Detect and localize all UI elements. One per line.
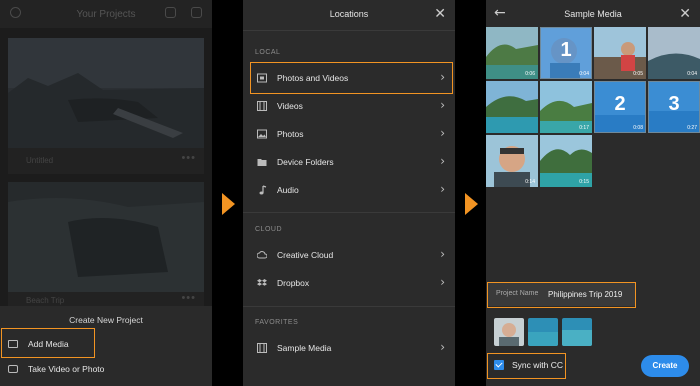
- close-icon[interactable]: ✕: [434, 6, 446, 22]
- location-label: Audio: [277, 185, 299, 195]
- sample-media-title: Sample Media: [564, 9, 622, 19]
- chevron-right-icon: ›: [440, 247, 445, 261]
- project-card[interactable]: Beach Trip •••: [8, 182, 204, 306]
- selected-media-thumb[interactable]: [562, 318, 592, 346]
- media-duration: 0:17: [579, 125, 589, 131]
- media-tile[interactable]: 0:14: [486, 135, 538, 187]
- media-duration: 0:04: [579, 71, 589, 77]
- section-cloud: CLOUD: [255, 226, 283, 233]
- location-label: Dropbox: [277, 278, 310, 288]
- chevron-right-icon: ›: [440, 126, 445, 140]
- location-label: Photos: [277, 129, 304, 139]
- chevron-right-icon: ›: [440, 154, 445, 168]
- media-tile-selected[interactable]: 3 0:27: [648, 81, 700, 133]
- selection-number: 1: [560, 39, 572, 61]
- location-label: Sample Media: [277, 343, 332, 353]
- locations-header: Locations ✕: [243, 0, 455, 30]
- locations-panel: Locations ✕ LOCAL Photos and Videos › Vi…: [243, 0, 455, 386]
- media-tile[interactable]: [486, 81, 538, 133]
- camera-icon: [8, 365, 18, 373]
- section-favorites: FAVORITES: [255, 319, 299, 326]
- media-tile[interactable]: 0:04: [648, 27, 700, 79]
- location-dropbox[interactable]: Dropbox ›: [251, 269, 451, 297]
- project-card-label: Untitled: [26, 156, 54, 165]
- selected-media-thumb[interactable]: [528, 318, 558, 346]
- take-video-photo-button[interactable]: Take Video or Photo: [8, 364, 104, 374]
- photos-videos-highlight: [250, 62, 453, 94]
- location-device-folders[interactable]: Device Folders ›: [251, 148, 451, 176]
- step-arrow-icon: [222, 193, 235, 215]
- location-creative-cloud[interactable]: Creative Cloud ›: [251, 241, 451, 269]
- divider: [243, 30, 455, 31]
- locations-title: Locations: [329, 9, 369, 19]
- chevron-right-icon: ›: [440, 182, 445, 196]
- project-name-highlight: [487, 282, 636, 308]
- create-button[interactable]: Create: [641, 355, 689, 377]
- film-icon: [257, 101, 267, 111]
- share-icon[interactable]: [165, 7, 176, 18]
- media-tile[interactable]: 0:15: [540, 135, 592, 187]
- chevron-right-icon: ›: [440, 275, 445, 289]
- media-duration: 0:05: [633, 71, 643, 77]
- projects-panel: Your Projects Untitled ••• Beach Trip ••: [0, 0, 212, 386]
- step-arrow-icon: [465, 193, 478, 215]
- chevron-right-icon: ›: [440, 98, 445, 112]
- location-label: Device Folders: [277, 157, 334, 167]
- sample-media-panel: ← Sample Media ✕ 0:06 1 0:04 0:05 0:04 0…: [486, 0, 700, 386]
- media-duration: 0:06: [525, 71, 535, 77]
- project-thumbnail: [8, 182, 204, 292]
- dropbox-icon: [257, 279, 267, 286]
- media-tile[interactable]: 0:06: [486, 27, 538, 79]
- media-duration: 0:27: [687, 125, 697, 131]
- image-icon: [257, 129, 267, 139]
- close-icon[interactable]: ✕: [679, 6, 691, 22]
- section-local: LOCAL: [255, 49, 281, 56]
- location-sample-media[interactable]: Sample Media ›: [251, 334, 451, 362]
- media-tile[interactable]: 0:05: [594, 27, 646, 79]
- media-tile[interactable]: 0:17: [540, 81, 592, 133]
- projects-title: Your Projects: [76, 9, 136, 20]
- media-tile-selected[interactable]: 2 0:08: [594, 81, 646, 133]
- project-card-label: Beach Trip: [26, 296, 65, 305]
- project-thumbnail: [8, 38, 204, 148]
- chevron-right-icon: ›: [440, 340, 445, 354]
- divider: [243, 212, 455, 213]
- projects-topbar: Your Projects: [0, 0, 212, 28]
- more-icon[interactable]: •••: [181, 152, 196, 164]
- location-label: Videos: [277, 101, 303, 111]
- chat-icon[interactable]: [191, 7, 202, 18]
- media-tile-selected[interactable]: 1 0:04: [540, 27, 592, 79]
- folder-icon: [257, 159, 267, 166]
- selection-number: 2: [614, 93, 626, 115]
- location-photos[interactable]: Photos ›: [251, 120, 451, 148]
- selected-media-thumb[interactable]: [494, 318, 524, 346]
- media-duration: 0:15: [579, 179, 589, 185]
- divider: [243, 306, 455, 307]
- sync-highlight: [487, 353, 566, 379]
- location-label: Creative Cloud: [277, 250, 334, 260]
- more-icon[interactable]: •••: [181, 292, 196, 304]
- take-video-photo-label: Take Video or Photo: [28, 364, 105, 374]
- add-media-highlight: [1, 328, 95, 358]
- location-videos[interactable]: Videos ›: [251, 92, 451, 120]
- selection-number: 3: [668, 93, 680, 115]
- music-note-icon: [259, 185, 267, 195]
- media-duration: 0:14: [525, 179, 535, 185]
- media-duration: 0:08: [633, 125, 643, 131]
- sheet-title: Create New Project: [69, 315, 143, 325]
- location-audio[interactable]: Audio ›: [251, 176, 451, 204]
- film-icon: [257, 343, 267, 353]
- project-card[interactable]: Untitled •••: [8, 38, 204, 174]
- media-duration: 0:04: [687, 71, 697, 77]
- creative-cloud-icon: [257, 251, 267, 259]
